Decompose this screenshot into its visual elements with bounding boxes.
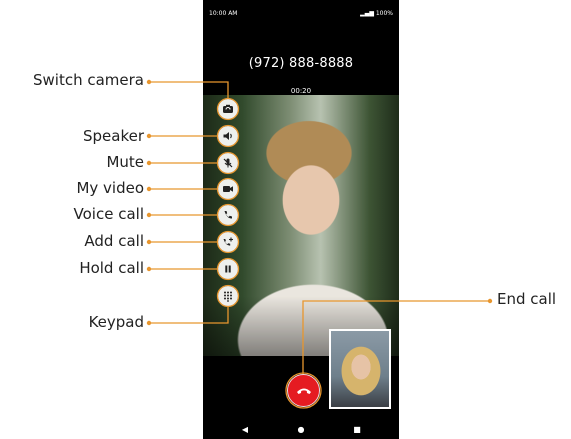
dot-keypad	[146, 320, 152, 326]
my-video-button[interactable]	[218, 179, 238, 199]
dot-speaker	[146, 133, 152, 139]
dot-my-video	[146, 186, 152, 192]
dot-hold-call	[146, 266, 152, 272]
end-call-button[interactable]	[287, 374, 320, 407]
keypad-button[interactable]	[218, 286, 238, 306]
mute-callout: Mute	[106, 153, 144, 171]
voice-call-icon	[224, 211, 232, 219]
status-time: 10:00 AM	[209, 10, 238, 17]
mute-button[interactable]	[218, 153, 238, 173]
dot-add-call	[146, 239, 152, 245]
end-call-callout: End call	[497, 290, 557, 308]
mute-mic-icon	[223, 158, 233, 168]
status-indicators: ▂▄▆ 100%	[360, 0, 393, 28]
pause-icon	[225, 265, 231, 273]
switch-camera-callout: Switch camera	[33, 71, 144, 89]
status-bar: 10:00 AM ▂▄▆ 100%	[203, 0, 399, 28]
dot-voice-call	[146, 212, 152, 218]
end-call-icon	[297, 388, 311, 394]
back-button[interactable]: ◀	[238, 423, 252, 436]
dot-switch-camera	[146, 79, 152, 85]
switch-camera-icon	[223, 104, 233, 113]
home-button[interactable]: ●	[294, 423, 308, 436]
add-call-button[interactable]	[218, 232, 238, 252]
speaker-button[interactable]	[218, 126, 238, 146]
speaker-callout: Speaker	[82, 127, 144, 145]
self-video-preview[interactable]	[329, 329, 391, 409]
add-call-callout: Add call	[84, 232, 144, 250]
keypad-icon	[224, 291, 232, 302]
speaker-icon	[223, 132, 232, 140]
hold-call-button[interactable]	[218, 259, 238, 279]
voice-call-callout: Voice call	[73, 205, 144, 223]
add-call-icon	[223, 237, 233, 246]
signal-icon: ▂▄▆	[360, 10, 376, 17]
call-duration: 00:20	[290, 87, 312, 95]
voice-call-button[interactable]	[218, 205, 238, 225]
dot-mute	[146, 160, 152, 166]
dot-end-call	[487, 298, 493, 304]
my-video-callout: My video	[76, 179, 144, 197]
navigation-bar: ◀ ● ■	[203, 420, 399, 439]
hold-call-callout: Hold call	[79, 259, 144, 277]
battery-level: 100%	[375, 10, 393, 17]
caller-number: (972) 888-8888	[248, 56, 354, 71]
recents-button[interactable]: ■	[350, 423, 364, 436]
switch-camera-button[interactable]	[218, 99, 238, 119]
keypad-callout: Keypad	[88, 313, 144, 331]
video-camera-icon	[223, 186, 233, 192]
